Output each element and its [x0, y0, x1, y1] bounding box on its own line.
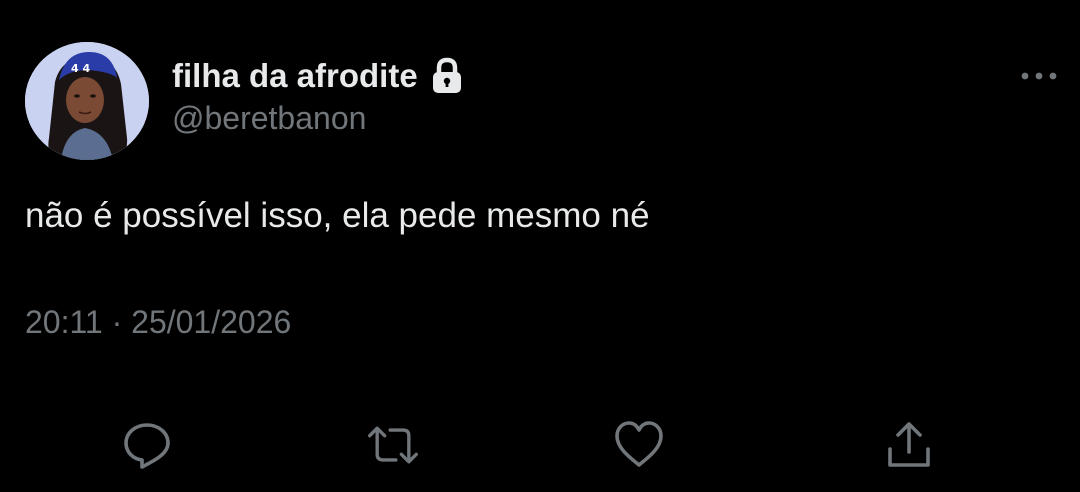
share-upload-icon	[888, 422, 930, 467]
retweet-arrows-icon	[368, 426, 418, 464]
reply-button[interactable]	[120, 418, 174, 472]
comment-bubble-icon	[124, 423, 170, 469]
tweet-text: não é possível isso, ela pede mesmo né	[25, 196, 650, 235]
like-button[interactable]	[612, 418, 666, 472]
display-name[interactable]: filha da afrodite	[172, 57, 418, 95]
lock-icon	[430, 57, 464, 95]
heart-icon	[615, 421, 663, 467]
user-handle[interactable]: @beretbanon	[172, 100, 464, 137]
retweet-button[interactable]	[366, 418, 420, 472]
tweet-card: 4 4 filha da afrodite @beretbanon não é …	[0, 0, 1080, 492]
avatar[interactable]: 4 4	[25, 42, 149, 160]
name-row: filha da afrodite	[172, 54, 464, 98]
timestamp[interactable]: 20:11 · 25/01/2026	[25, 304, 291, 341]
svg-text:4 4: 4 4	[71, 62, 90, 75]
action-bar	[0, 418, 1080, 472]
author-info: filha da afrodite @beretbanon	[172, 54, 464, 137]
more-horizontal-icon[interactable]	[1018, 66, 1060, 86]
share-button[interactable]	[882, 418, 936, 472]
